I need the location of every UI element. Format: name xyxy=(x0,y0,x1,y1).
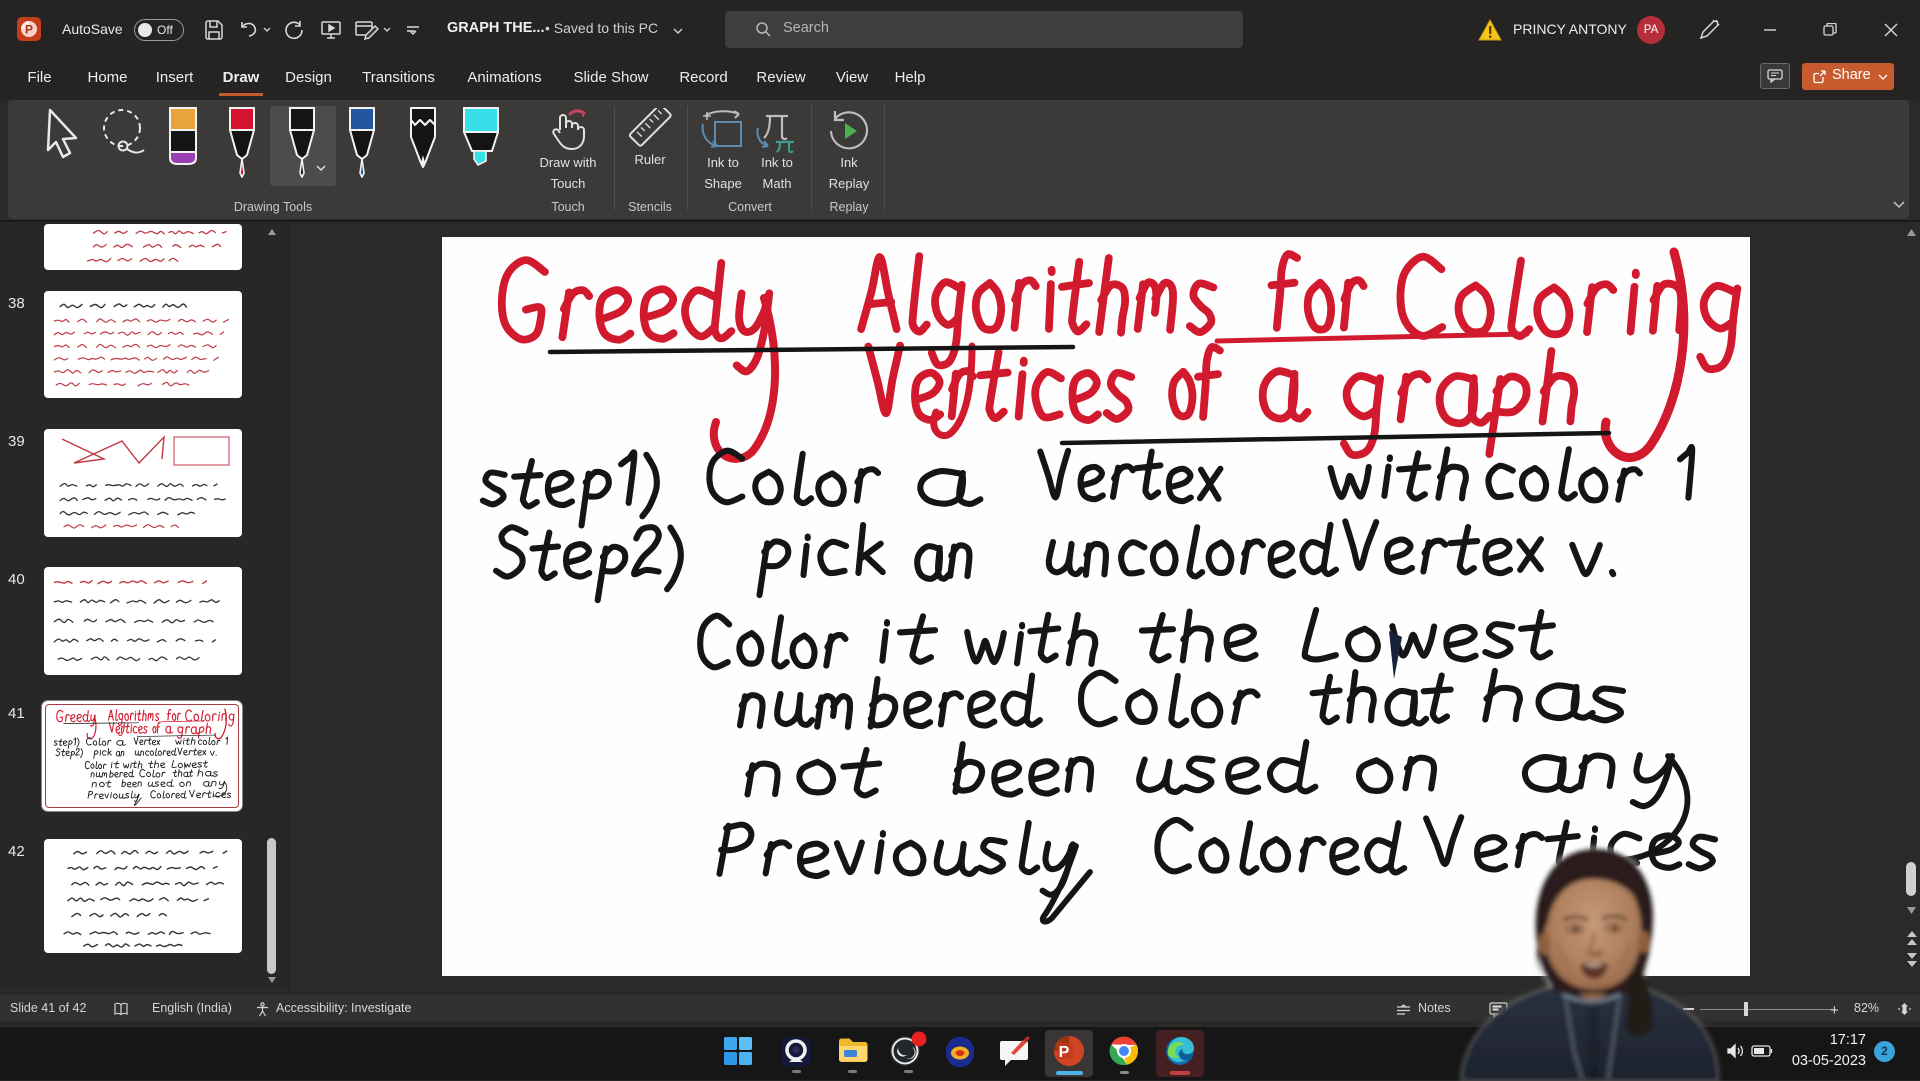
svg-text:P: P xyxy=(25,23,33,37)
svg-text:P: P xyxy=(1059,1044,1070,1061)
